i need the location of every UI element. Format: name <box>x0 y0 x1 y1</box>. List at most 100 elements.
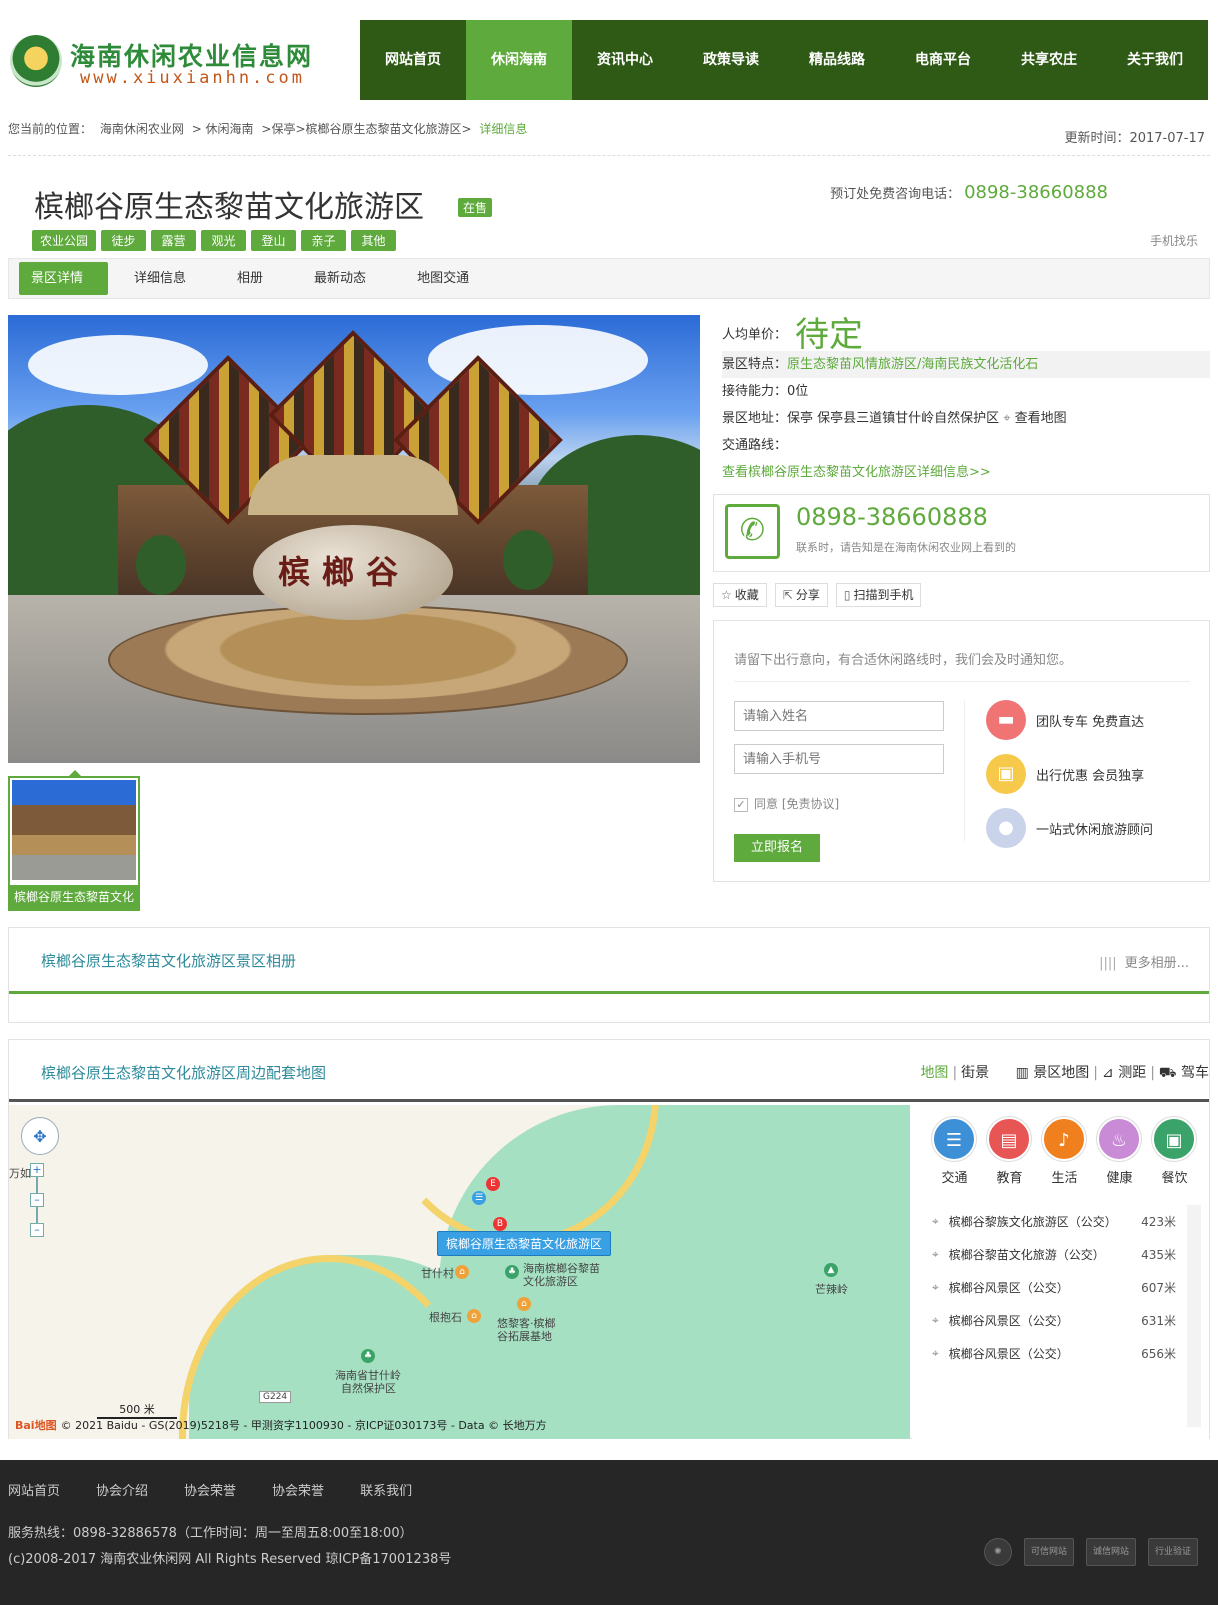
site-footer: 网站首页 协会介绍 协会荣誉 协会荣誉 联系我们 服务热线：0898-32886… <box>0 1460 1218 1605</box>
tag[interactable]: 农业公园 <box>32 230 97 251</box>
disclaimer-link[interactable]: [免责协议] <box>782 797 839 811</box>
map-callout[interactable]: 槟榔谷原生态黎苗文化旅游区 <box>437 1231 612 1256</box>
list-item[interactable]: ⌖ 槟榔谷黎族文化旅游区（公交） 423米 <box>932 1205 1176 1238</box>
logo-emblem-icon <box>10 35 62 87</box>
category-dining[interactable]: ▣ 餐饮 <box>1152 1117 1197 1186</box>
breadcrumb-item[interactable]: 海南休闲农业网 <box>100 122 184 136</box>
tag[interactable]: 露营 <box>151 230 197 251</box>
breadcrumb-item[interactable]: >保亭>槟榔谷原生态黎苗文化旅游区> <box>261 122 471 136</box>
poi-icon[interactable]: ♣ <box>505 1265 519 1279</box>
view-map-link[interactable]: 查看地图 <box>1015 411 1067 426</box>
name-input[interactable] <box>734 701 944 731</box>
phone-device-icon: ▯ <box>843 588 851 602</box>
poi-icon[interactable]: ⌂ <box>455 1265 469 1279</box>
photo-thumbnail[interactable]: 槟榔谷原生态黎苗文化 <box>8 776 140 911</box>
poi-icon[interactable]: ▲ <box>824 1263 838 1277</box>
poi-icon[interactable]: ♣ <box>361 1349 375 1363</box>
tab-album[interactable]: 相册 <box>225 262 288 295</box>
list-item[interactable]: ⌖ 槟榔谷风景区（公交） 607米 <box>932 1271 1176 1304</box>
zoom-out-button[interactable]: – <box>30 1223 44 1237</box>
nav-home[interactable]: 网站首页 <box>360 20 466 100</box>
trust-badge[interactable]: 诚信网站 <box>1085 1538 1136 1566</box>
category-traffic[interactable]: ☰ 交通 <box>932 1117 977 1186</box>
category-education[interactable]: ▤ 教育 <box>987 1117 1032 1186</box>
price-label: 人均单价： <box>722 327 788 343</box>
tag[interactable]: 其他 <box>351 230 397 251</box>
category-health[interactable]: ♨ 健康 <box>1097 1117 1142 1186</box>
map-zoom-slider[interactable]: + – – <box>30 1163 50 1237</box>
nearby-scrollbar[interactable] <box>1187 1205 1201 1427</box>
nav-leisure-hainan[interactable]: 休闲海南 <box>466 20 572 100</box>
map-canvas[interactable]: ✥ 万如 + – – E ☰ B 槟榔谷原生态黎苗文化旅游区 ⌂ 甘什村 ♣ 海… <box>9 1105 910 1439</box>
footer-link[interactable]: 协会介绍 <box>96 1480 148 1499</box>
tab-detail-info[interactable]: 详细信息 <box>122 262 211 295</box>
scan-to-phone-button[interactable]: ▯ 扫描到手机 <box>835 583 922 607</box>
nearby-categories: ☰ 交通 ▤ 教育 ♪ 生活 ♨ 健康 ▣ 餐饮 <box>932 1117 1197 1186</box>
nav-about[interactable]: 关于我们 <box>1102 20 1208 100</box>
scenic-map-button[interactable]: 景区地图 <box>1033 1065 1089 1081</box>
footer-link[interactable]: 协会荣誉 <box>272 1480 324 1499</box>
category-label: 教育 <box>996 1171 1023 1186</box>
footer-link[interactable]: 网站首页 <box>8 1480 60 1499</box>
more-detail-link[interactable]: 查看槟榔谷原生态黎苗文化旅游区详细信息>> <box>722 459 1210 486</box>
mobile-find-link[interactable]: 手机找乐 <box>1150 232 1198 249</box>
tab-map-traffic[interactable]: 地图交通 <box>405 262 494 295</box>
hotline-label: 预订处免费咨询电话： <box>830 187 961 202</box>
map-mode-button[interactable]: 地图 <box>920 1065 948 1081</box>
footer-link[interactable]: 协会荣誉 <box>184 1480 236 1499</box>
location-pin-icon: ⌖ <box>932 1247 939 1261</box>
list-item[interactable]: ⌖ 槟榔谷风景区（公交） 631米 <box>932 1304 1176 1337</box>
trust-badge[interactable]: 行业验证 <box>1147 1538 1198 1566</box>
map-label: 根抱石 <box>429 1311 462 1324</box>
map-marker-icon[interactable]: ☰ <box>472 1191 486 1205</box>
measure-button[interactable]: 测距 <box>1118 1065 1146 1081</box>
traffic-icon: ☰ <box>932 1117 976 1161</box>
list-item[interactable]: ⌖ 槟榔谷风景区（公交） 656米 <box>932 1337 1176 1370</box>
drive-button[interactable]: 驾车 <box>1181 1065 1209 1081</box>
breadcrumb-current: 详细信息 <box>479 122 528 136</box>
phone-input[interactable] <box>734 744 944 774</box>
map-marker-icon[interactable]: B <box>493 1217 507 1231</box>
map-marker-icon[interactable]: E <box>486 1177 500 1191</box>
more-album-link[interactable]: |||| 更多相册... <box>1099 952 1189 971</box>
category-life[interactable]: ♪ 生活 <box>1042 1117 1087 1186</box>
list-item[interactable]: ⌖ 槟榔谷黎苗文化旅游（公交） 435米 <box>932 1238 1176 1271</box>
zoom-handle[interactable]: – <box>30 1193 44 1207</box>
tab-scenic-detail[interactable]: 景区详情 <box>19 262 109 295</box>
submit-signup-button[interactable]: 立即报名 <box>734 834 820 862</box>
poi-name: 槟榔谷风景区（公交） <box>948 1314 1069 1328</box>
street-view-button[interactable]: 街景 <box>961 1065 989 1081</box>
map-pan-control[interactable]: ✥ <box>21 1117 59 1155</box>
tag[interactable]: 观光 <box>201 230 247 251</box>
tag[interactable]: 登山 <box>251 230 297 251</box>
tag[interactable]: 亲子 <box>301 230 347 251</box>
nav-routes[interactable]: 精品线路 <box>784 20 890 100</box>
bus-icon: ▬ <box>986 700 1026 740</box>
agree-checkbox[interactable]: ✓ <box>734 797 748 812</box>
divider <box>964 701 965 841</box>
zoom-in-button[interactable]: + <box>30 1163 44 1177</box>
nav-shared-farm[interactable]: 共享农庄 <box>996 20 1102 100</box>
favorite-button[interactable]: ☆ 收藏 <box>713 583 767 607</box>
seal-icon[interactable]: ✺ <box>983 1538 1012 1566</box>
tag[interactable]: 徒步 <box>101 230 147 251</box>
grid-icon: |||| <box>1099 956 1117 971</box>
share-button[interactable]: ⇱ 分享 <box>774 583 828 607</box>
tag-list: 农业公园 徒步 露营 观光 登山 亲子 其他 <box>32 230 397 251</box>
trust-badge[interactable]: 可信网站 <box>1023 1538 1074 1566</box>
nav-news[interactable]: 资讯中心 <box>572 20 678 100</box>
health-icon: ♨ <box>1097 1117 1141 1161</box>
poi-icon[interactable]: ⌂ <box>467 1309 481 1323</box>
poi-distance: 631米 <box>1141 1314 1176 1328</box>
tab-news[interactable]: 最新动态 <box>302 262 391 295</box>
map-section: 槟榔谷原生态黎苗文化旅游区周边配套地图 地图 | 街景 ▥ 景区地图 | ⊿ 测距 | ⛟ … <box>8 1039 1210 1439</box>
breadcrumb-item[interactable]: > 休闲海南 <box>192 122 254 136</box>
footer-links: 网站首页 协会介绍 协会荣誉 协会荣誉 联系我们 <box>8 1480 448 1499</box>
nav-ecommerce[interactable]: 电商平台 <box>890 20 996 100</box>
site-logo[interactable]: 海南休闲农业信息网 www.xiuxianhn.com <box>10 35 340 90</box>
footer-link[interactable]: 联系我们 <box>360 1480 412 1499</box>
nav-policy[interactable]: 政策导读 <box>678 20 784 100</box>
nearby-panel: ☰ 交通 ▤ 教育 ♪ 生活 ♨ 健康 ▣ 餐饮 ⌖ 槟榔谷黎族文化旅游区（公交） 423米 … <box>912 1105 1209 1439</box>
main-photo[interactable]: 槟榔谷 <box>8 315 700 763</box>
poi-icon[interactable]: ⌂ <box>517 1297 531 1311</box>
